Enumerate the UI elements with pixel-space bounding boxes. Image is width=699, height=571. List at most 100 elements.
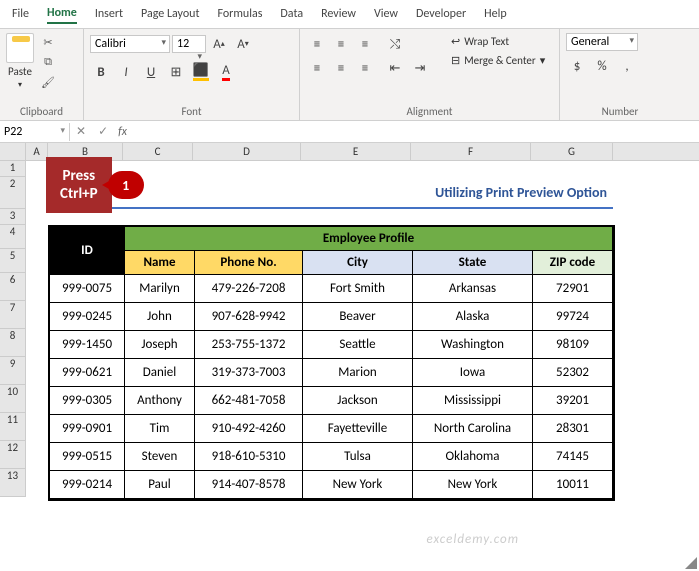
italic-button[interactable]: I [115, 61, 137, 83]
header-city[interactable]: City [303, 251, 413, 275]
accept-formula-button[interactable]: ✓ [92, 124, 114, 139]
row-header-6[interactable]: 6 [0, 273, 26, 301]
tab-file[interactable]: File [12, 5, 29, 23]
cell-city[interactable]: Fayetteville [303, 415, 413, 443]
cell-phone[interactable]: 914-407-8578 [195, 471, 303, 499]
col-header-F[interactable]: F [411, 143, 531, 160]
row-header-8[interactable]: 8 [0, 329, 26, 357]
tab-help[interactable]: Help [484, 5, 507, 23]
cell-id[interactable]: 999-0075 [50, 275, 125, 303]
cell-state[interactable]: New York [413, 471, 533, 499]
col-header-E[interactable]: E [301, 143, 411, 160]
font-color-button[interactable]: A [215, 61, 237, 83]
header-phone[interactable]: Phone No. [195, 251, 303, 275]
cell-city[interactable]: Fort Smith [303, 275, 413, 303]
resize-handle-icon[interactable] [685, 557, 697, 569]
cell-zip[interactable]: 72901 [533, 275, 613, 303]
align-left-button[interactable]: ≡ [306, 57, 328, 79]
bold-button[interactable]: B [90, 61, 112, 83]
row-header-10[interactable]: 10 [0, 385, 26, 413]
tab-formulas[interactable]: Formulas [217, 5, 262, 23]
tab-insert[interactable]: Insert [95, 5, 123, 23]
row-header-1[interactable]: 1 [0, 161, 26, 177]
cell-id[interactable]: 999-0214 [50, 471, 125, 499]
tab-developer[interactable]: Developer [416, 5, 466, 23]
font-name-combo[interactable]: Calibri [90, 35, 170, 53]
format-painter-button[interactable]: 🖌 [38, 73, 58, 91]
cell-name[interactable]: Paul [125, 471, 195, 499]
col-header-D[interactable]: D [193, 143, 301, 160]
row-header-12[interactable]: 12 [0, 441, 26, 469]
cell-city[interactable]: Marion [303, 359, 413, 387]
percent-button[interactable]: % [591, 55, 613, 77]
cell-phone[interactable]: 253-755-1372 [195, 331, 303, 359]
cell-state[interactable]: North Carolina [413, 415, 533, 443]
fx-label[interactable]: fx [114, 125, 131, 139]
cell-state[interactable]: Oklahoma [413, 443, 533, 471]
header-employee-profile[interactable]: Employee Profile [125, 227, 613, 251]
cell-state[interactable]: Mississippi [413, 387, 533, 415]
cut-button[interactable]: ✂ [38, 33, 58, 51]
select-all-corner[interactable] [0, 143, 26, 160]
font-size-combo[interactable]: 12 [172, 35, 206, 53]
cell-name[interactable]: Daniel [125, 359, 195, 387]
cell-phone[interactable]: 319-373-7003 [195, 359, 303, 387]
cell-phone[interactable]: 907-628-9942 [195, 303, 303, 331]
cell-city[interactable]: Tulsa [303, 443, 413, 471]
tab-data[interactable]: Data [280, 5, 303, 23]
merge-center-button[interactable]: ⊟Merge & Center ▾ [445, 52, 551, 69]
row-header-9[interactable]: 9 [0, 357, 26, 385]
cell-city[interactable]: New York [303, 471, 413, 499]
row-header-5[interactable]: 5 [0, 249, 26, 273]
cell-name[interactable]: Anthony [125, 387, 195, 415]
header-id[interactable]: ID [50, 227, 125, 275]
align-top-button[interactable]: ≡ [306, 33, 328, 55]
align-bottom-button[interactable]: ≡ [354, 33, 376, 55]
cell-state[interactable]: Washington [413, 331, 533, 359]
borders-button[interactable]: ⊞ [165, 61, 187, 83]
cell-city[interactable]: Jackson [303, 387, 413, 415]
copy-button[interactable]: ⧉ [38, 53, 58, 71]
cell-id[interactable]: 999-1450 [50, 331, 125, 359]
cell-name[interactable]: John [125, 303, 195, 331]
align-center-button[interactable]: ≡ [330, 57, 352, 79]
shrink-font-button[interactable]: A▾ [232, 33, 254, 55]
header-zip[interactable]: ZIP code [533, 251, 613, 275]
cell-phone[interactable]: 910-492-4260 [195, 415, 303, 443]
name-box[interactable]: P22 [0, 123, 70, 141]
align-middle-button[interactable]: ≡ [330, 33, 352, 55]
cell-zip[interactable]: 10011 [533, 471, 613, 499]
cell-zip[interactable]: 74145 [533, 443, 613, 471]
header-state[interactable]: State [413, 251, 533, 275]
cell-name[interactable]: Steven [125, 443, 195, 471]
number-format-combo[interactable]: General [566, 33, 638, 51]
align-right-button[interactable]: ≡ [354, 57, 376, 79]
indent-decrease-button[interactable]: ⇤ [384, 57, 406, 79]
col-header-G[interactable]: G [531, 143, 613, 160]
cell-phone[interactable]: 918-610-5310 [195, 443, 303, 471]
cell-name[interactable]: Marilyn [125, 275, 195, 303]
cell-id[interactable]: 999-0305 [50, 387, 125, 415]
cell-name[interactable]: Joseph [125, 331, 195, 359]
grow-font-button[interactable]: A▴ [208, 33, 230, 55]
col-header-A[interactable]: A [26, 143, 48, 160]
comma-button[interactable]: , [616, 55, 638, 77]
currency-button[interactable]: $ [566, 55, 588, 77]
tab-pagelayout[interactable]: Page Layout [141, 5, 199, 23]
tab-view[interactable]: View [374, 5, 398, 23]
row-header-11[interactable]: 11 [0, 413, 26, 441]
cell-zip[interactable]: 28301 [533, 415, 613, 443]
paste-button[interactable]: Paste ▾ [6, 33, 34, 90]
orientation-button[interactable]: ⤭ [384, 33, 406, 55]
row-header-3[interactable]: 3 [0, 209, 26, 225]
cell-zip[interactable]: 39201 [533, 387, 613, 415]
wrap-text-button[interactable]: ↩Wrap Text [445, 33, 551, 50]
cell-state[interactable]: Alaska [413, 303, 533, 331]
row-header-2[interactable]: 2 [0, 177, 26, 209]
cell-city[interactable]: Seattle [303, 331, 413, 359]
underline-button[interactable]: U [140, 61, 162, 83]
cell-state[interactable]: Arkansas [413, 275, 533, 303]
cell-id[interactable]: 999-0245 [50, 303, 125, 331]
row-header-7[interactable]: 7 [0, 301, 26, 329]
cancel-formula-button[interactable]: ✕ [70, 124, 92, 139]
